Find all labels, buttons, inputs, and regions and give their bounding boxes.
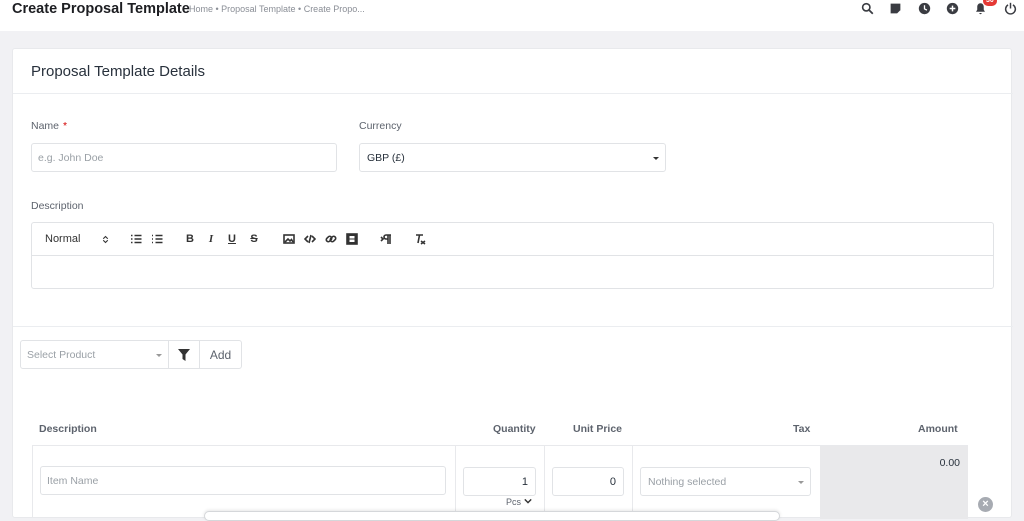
image-icon[interactable] (282, 232, 296, 246)
ordered-list-icon[interactable] (129, 232, 143, 246)
proposal-template-card: Proposal Template Details Name * e.g. Joh… (12, 48, 1013, 519)
col-header-unit-price: Unit Price (573, 423, 623, 435)
tax-select[interactable]: Nothing selected (640, 467, 811, 496)
item-name-input[interactable]: Item Name (40, 466, 446, 495)
underline-icon[interactable]: U (226, 232, 238, 246)
video-icon[interactable] (345, 232, 359, 246)
tax-placeholder: Nothing selected (648, 476, 727, 488)
text-direction-icon[interactable] (379, 232, 393, 246)
divider (13, 326, 1013, 327)
description-editor[interactable]: Normal B I U S (31, 222, 994, 289)
format-value: Normal (45, 233, 81, 245)
name-input[interactable]: e.g. John Doe (31, 143, 337, 172)
card-title: Proposal Template Details (31, 63, 205, 80)
strikethrough-icon[interactable]: S (248, 232, 260, 246)
col-header-tax: Tax (793, 423, 811, 435)
link-icon[interactable] (324, 232, 338, 246)
plus-circle-icon[interactable] (944, 0, 960, 16)
col-header-amount: Amount (918, 423, 958, 435)
amount-cell: 0.00 (820, 446, 968, 519)
remove-row-icon[interactable]: × (978, 497, 993, 512)
description-label: Description (31, 200, 84, 212)
bullet-list-icon[interactable] (150, 232, 164, 246)
quantity-input[interactable]: 1 (463, 467, 536, 496)
currency-label: Currency (359, 120, 402, 132)
top-bar: Create Proposal Template Home • Proposal… (0, 0, 1024, 31)
editor-toolbar: Normal B I U S (32, 223, 993, 256)
unit-select[interactable]: Pcs (506, 497, 532, 507)
name-label: Name * (31, 120, 68, 132)
add-product-button[interactable]: Add (199, 340, 242, 369)
sticky-note-icon[interactable] (887, 0, 903, 16)
power-icon[interactable] (1002, 0, 1018, 16)
bottom-popup (204, 511, 780, 521)
italic-icon[interactable]: I (205, 232, 217, 246)
cell-divider (544, 446, 545, 519)
caret-down-icon (156, 354, 162, 357)
cell-divider (632, 446, 633, 519)
clear-format-icon[interactable] (413, 232, 427, 246)
caret-down-icon (653, 157, 659, 160)
page-title: Create Proposal Template (12, 1, 190, 17)
chevron-down-icon (523, 498, 532, 504)
breadcrumb[interactable]: Home • Proposal Template • Create Propo.… (189, 4, 365, 14)
filter-button[interactable] (168, 340, 200, 369)
notification-badge: 30 (983, 0, 997, 6)
unit-value: Pcs (506, 497, 522, 507)
divider (13, 93, 1013, 94)
code-icon[interactable] (303, 232, 317, 246)
amount-value: 0.00 (939, 457, 960, 469)
currency-value: GBP (£) (367, 152, 405, 164)
col-header-quantity: Quantity (493, 423, 536, 435)
search-icon[interactable] (859, 0, 875, 16)
required-marker: * (63, 120, 68, 132)
currency-select[interactable]: GBP (£) (359, 143, 666, 172)
format-select[interactable]: Normal (45, 232, 115, 246)
select-product-dropdown[interactable]: Select Product (20, 340, 169, 369)
select-product-placeholder: Select Product (27, 349, 96, 361)
cell-divider (455, 446, 456, 519)
unit-price-input[interactable]: 0 (552, 467, 624, 496)
clock-icon[interactable] (916, 0, 932, 16)
bold-icon[interactable]: B (184, 232, 196, 246)
col-header-description: Description (39, 423, 97, 435)
caret-down-icon (798, 481, 804, 484)
filter-icon (178, 348, 190, 361)
